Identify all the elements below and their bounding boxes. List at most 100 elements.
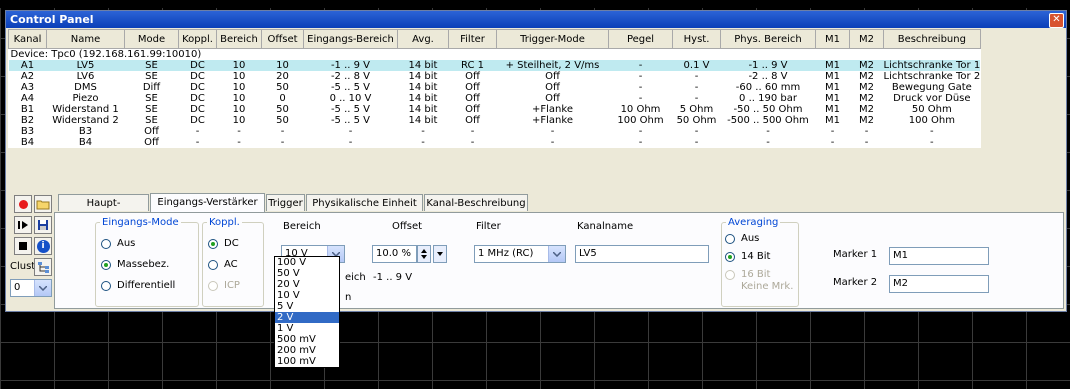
table-cell: - (348, 137, 353, 148)
column-header[interactable]: Trigger-Mode (496, 29, 609, 49)
dropdown-option[interactable]: 5 V (275, 301, 339, 312)
eingangs-mode-legend: Eingangs-Mode (102, 217, 179, 228)
tab-trigger[interactable]: Trigger (266, 194, 305, 211)
tab-eingangs-verst-rker[interactable]: Eingangs-Verstärker (150, 193, 265, 212)
table-cell: - (550, 126, 555, 137)
offset-input[interactable]: 10.0 % (372, 245, 417, 263)
table-cell: B3 (78, 126, 93, 137)
table-cell: 5 Ohm (679, 104, 714, 115)
table-cell: - (694, 137, 699, 148)
table-row[interactable]: B1 Widerstand 1 SE DC 10 50 -5 .. 5 V 14 bit Off… (9, 104, 981, 115)
play-step-button[interactable] (14, 216, 32, 234)
table-row[interactable]: B2 Widerstand 2 SE DC 10 50 -5 .. 5 V 14 bit Off… (9, 115, 981, 126)
dropdown-option[interactable]: 100 V (275, 257, 339, 268)
marker2-label: Marker 2 (833, 277, 878, 288)
radio-label: Differentiell (117, 280, 176, 291)
table-cell: Off (465, 93, 480, 104)
column-header[interactable]: Hyst. (672, 29, 721, 49)
table-cell: M1 (825, 93, 840, 104)
column-header[interactable]: Filter (448, 29, 497, 49)
radio-aus[interactable]: Aus (101, 238, 135, 249)
table-cell: B3 (20, 126, 35, 137)
column-header[interactable]: Eingangs-Bereich (303, 29, 398, 49)
column-header[interactable]: Bereich (216, 29, 262, 49)
column-header[interactable]: Offset (261, 29, 304, 49)
table-cell: - (348, 126, 353, 137)
column-header[interactable]: M2 (849, 29, 884, 49)
dropdown-option[interactable]: 100 mV (275, 356, 339, 367)
offset-dropdown-button[interactable] (433, 245, 447, 263)
marker2-input[interactable]: M2 (889, 275, 989, 293)
column-header[interactable]: Name (46, 29, 125, 49)
save-button[interactable] (34, 216, 52, 234)
offset-spinner[interactable] (417, 245, 431, 263)
table-row[interactable]: B3 B3 Off - - - - - - - - - - - - - (9, 126, 981, 137)
radio-dc[interactable]: DC (208, 238, 239, 249)
table-cell: M2 (859, 104, 874, 115)
kanalname-input[interactable]: LV5 (575, 245, 709, 263)
column-header[interactable]: Phys. Bereich (720, 29, 816, 49)
radio-averaging-aus[interactable]: Aus (725, 233, 759, 244)
table-row[interactable]: B4 B4 Off - - - - - - - - - - - - - (9, 137, 981, 148)
table-cell: Off (144, 137, 159, 148)
filter-select[interactable]: 1 MHz (RC) (474, 245, 566, 263)
column-header[interactable]: Koppl. (178, 29, 217, 49)
close-icon[interactable]: ✕ (1049, 13, 1064, 28)
cluster-select[interactable]: 0 (10, 279, 52, 297)
stop-button[interactable] (14, 237, 32, 255)
table-row[interactable]: A1 LV5 SE DC 10 10 -1 .. 9 V 14 bit RC 1 + Steilh… (8, 60, 981, 71)
column-header[interactable]: Kanal (8, 29, 47, 49)
tab-physikalische-einheit[interactable]: Physikalische Einheit (306, 194, 423, 211)
radio-circle-icon (101, 259, 111, 270)
table-cell: 50 (276, 82, 289, 93)
dropdown-option[interactable]: 50 V (275, 268, 339, 279)
tab-kanal-beschreibung[interactable]: Kanal-Beschreibung (424, 194, 528, 211)
device-row[interactable]: Device: Tpc0 (192.168.161.99:10010) (9, 49, 981, 61)
table-cell: 10 (232, 115, 246, 126)
table-cell: 14 bit (408, 71, 438, 82)
open-folder-button[interactable] (34, 195, 52, 213)
marker1-input[interactable]: M1 (889, 247, 989, 265)
radio-ac[interactable]: AC (208, 259, 238, 270)
radio-differentiell[interactable]: Differentiell (101, 280, 175, 291)
dropdown-option[interactable]: 10 V (275, 290, 339, 301)
table-cell: 100 Ohm (617, 115, 664, 126)
table-cell: M1 (815, 60, 850, 71)
averaging-group: Averaging (721, 217, 799, 307)
table-row[interactable]: A2 LV6 SE DC 10 20 -2 .. 8 V 14 bit Off Off - - -2 .… (9, 71, 980, 82)
marker1-label: Marker 1 (833, 249, 878, 260)
table-row[interactable]: A3 DMS Diff DC 10 50 -5 .. 5 V 14 bit Off Off - - -6… (9, 82, 981, 93)
table-cell: M2 (859, 115, 874, 126)
table-cell: - (608, 60, 673, 71)
chevron-down-icon[interactable] (548, 246, 565, 262)
column-header[interactable]: Beschreibung (883, 29, 981, 49)
dropdown-option[interactable]: 500 mV (275, 334, 339, 345)
radio-averaging-14bit[interactable]: 14 Bit (725, 251, 770, 262)
table-cell: -5 .. 5 V (330, 115, 371, 126)
table-cell: DMS (74, 82, 97, 93)
tab-haupt-einstellungen[interactable]: Haupt-Einstellungen (58, 194, 149, 226)
table-cell: Off (465, 82, 480, 93)
cluster-tree-button[interactable] (34, 258, 52, 276)
table-cell: 10 Ohm (620, 104, 661, 115)
column-header[interactable]: Mode (124, 29, 179, 49)
dropdown-option[interactable]: 2 V (275, 312, 339, 323)
radio-label: AC (224, 259, 238, 270)
column-header[interactable]: Pegel (608, 29, 673, 49)
table-cell: -50 .. 50 Ohm (733, 104, 803, 115)
column-header[interactable]: M1 (815, 29, 850, 49)
eingangsbereich-label: eich (345, 272, 366, 283)
dropdown-option[interactable]: 1 V (275, 323, 339, 334)
info-button[interactable]: i (34, 237, 52, 255)
record-button[interactable] (14, 195, 32, 213)
table-cell: - (930, 126, 934, 137)
table-cell: 10 (232, 71, 246, 82)
column-header[interactable]: Avg. (397, 29, 449, 49)
dropdown-option[interactable]: 20 V (275, 279, 339, 290)
chevron-down-icon[interactable] (34, 280, 51, 296)
play-step-icon (18, 221, 28, 229)
table-cell: - (638, 126, 643, 137)
radio-massebez[interactable]: Massebez. (101, 259, 169, 270)
table-row[interactable]: A4 Piezo SE DC 10 0 0 .. 10 V 14 bit Off Off - - 0 .… (9, 93, 981, 104)
dropdown-option[interactable]: 200 mV (275, 345, 339, 356)
